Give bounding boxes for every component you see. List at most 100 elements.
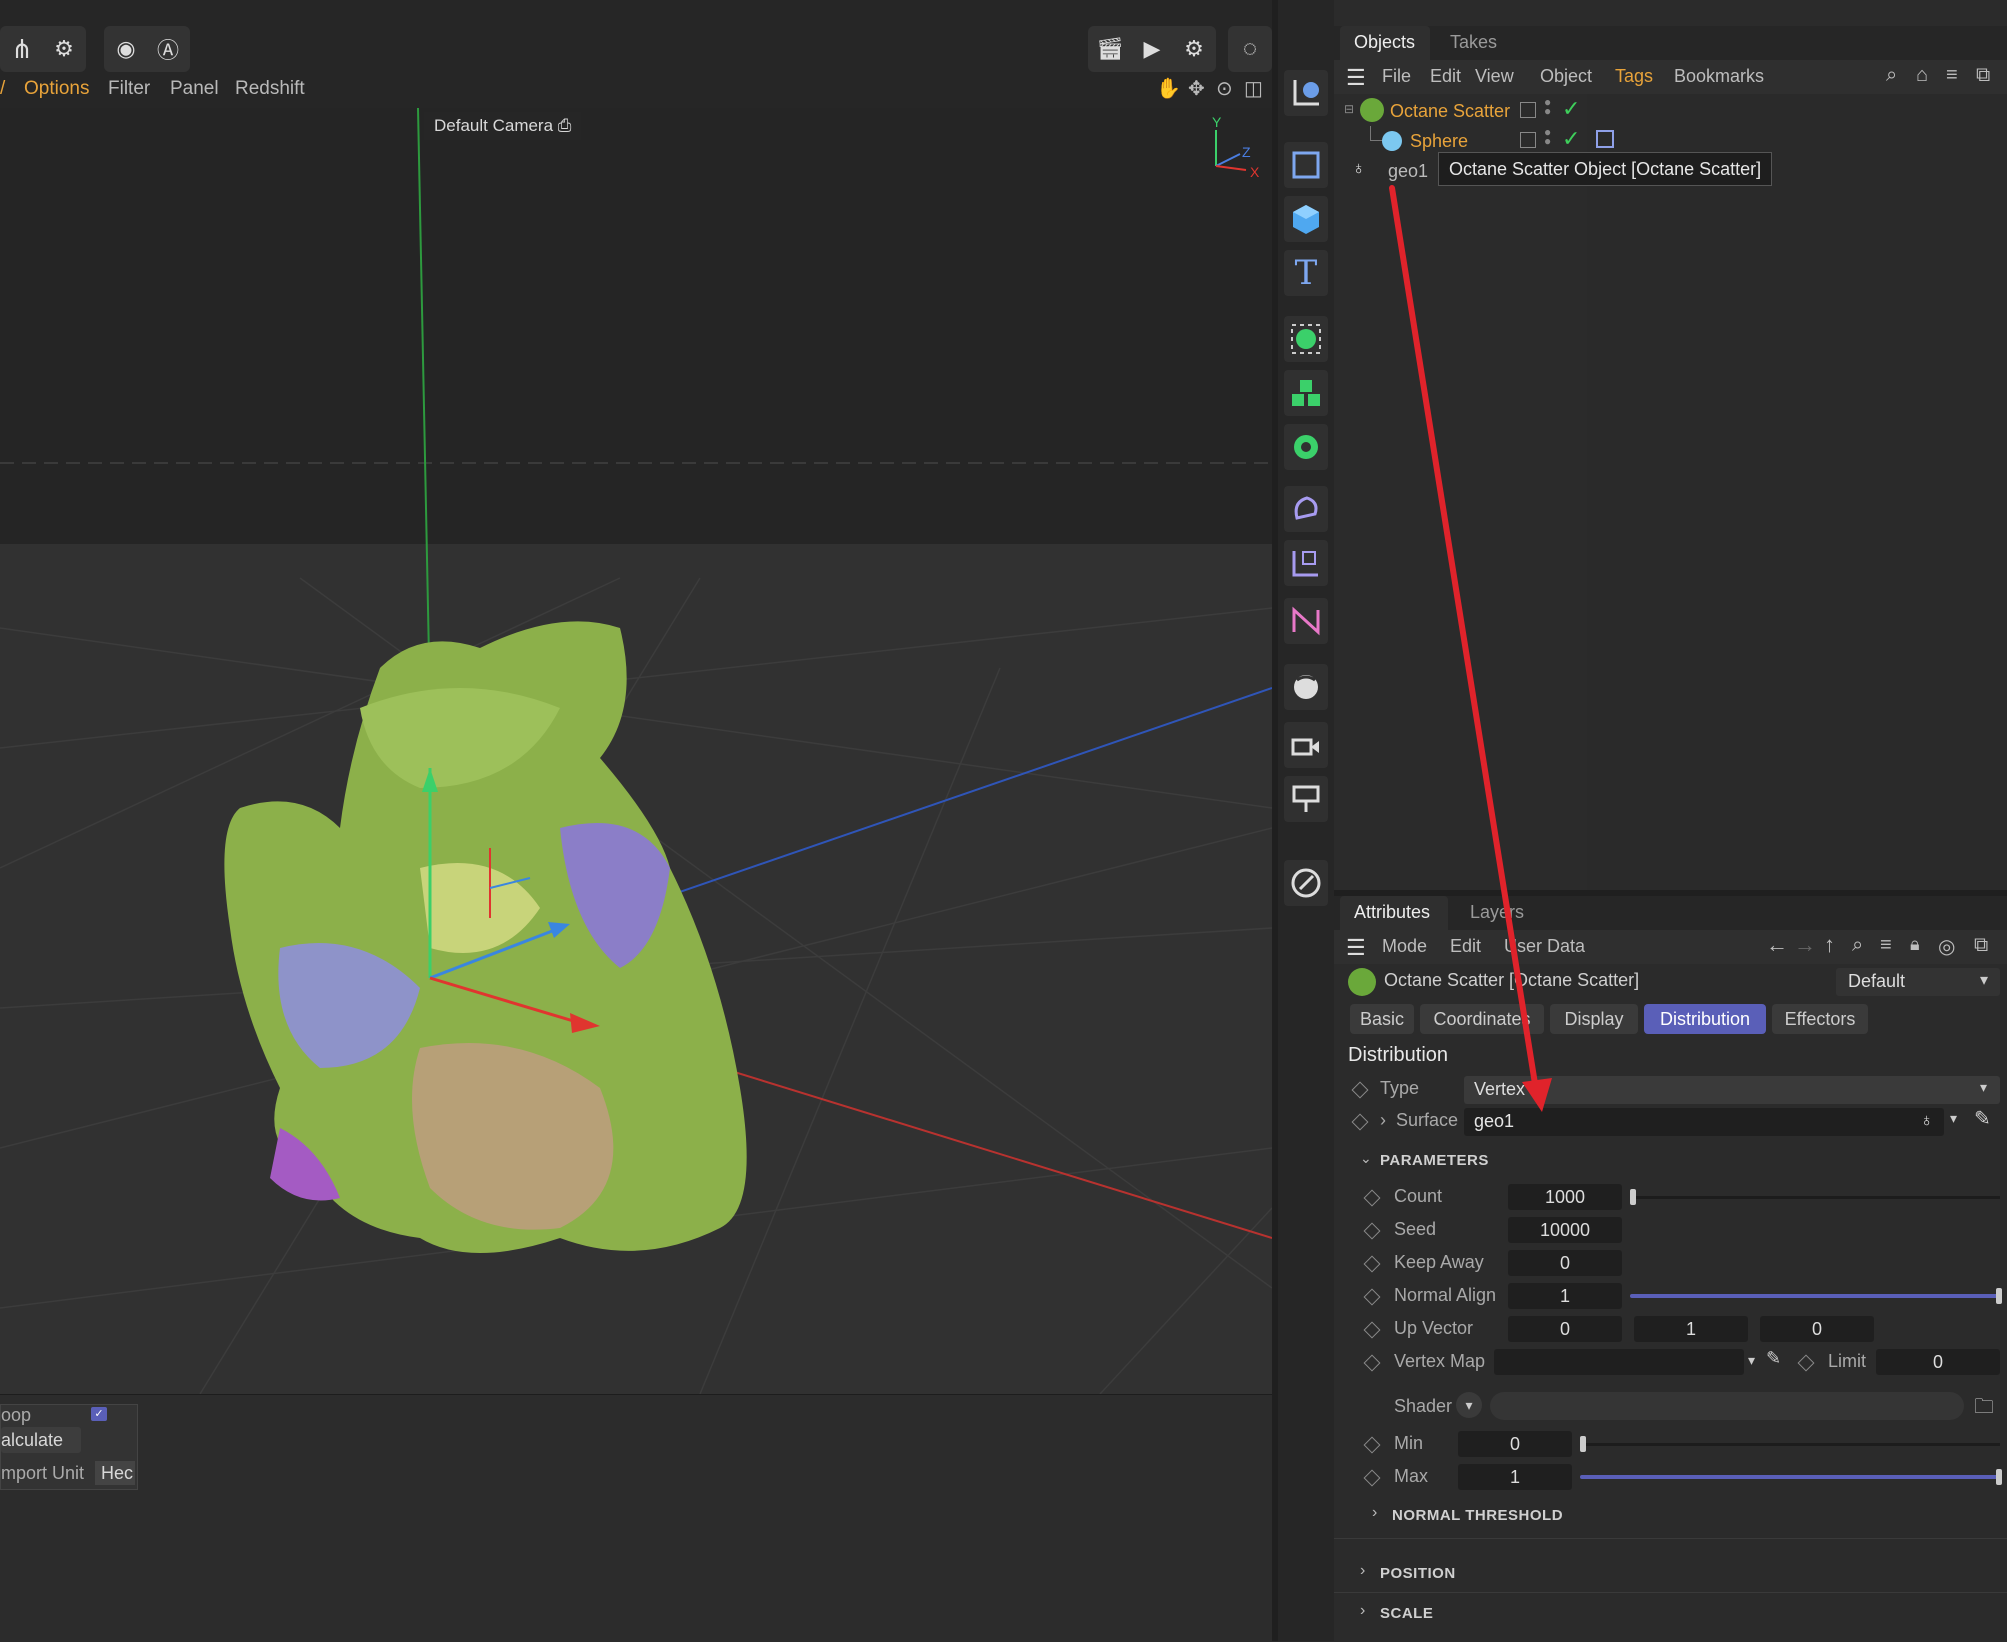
hamburger-icon[interactable]: ☰ [1346,935,1366,961]
render-settings-icon[interactable]: ⚙ [1174,26,1214,72]
chevron-down-icon[interactable]: ⌄ [1360,1150,1372,1167]
collapse-toggle-icon[interactable]: ⊟ [1344,102,1354,116]
cube-icon[interactable] [1284,196,1328,242]
hamburger-icon[interactable]: ☰ [1346,65,1366,91]
menu-tags[interactable]: Tags [1615,66,1653,87]
new-window-icon[interactable]: ⧉ [1976,64,1990,87]
tab-effectors[interactable]: Effectors [1772,1004,1868,1034]
subdivision-icon[interactable] [1284,316,1328,362]
visibility-dots-icon[interactable]: ● ● [1544,126,1551,147]
menu-edit[interactable]: Edit [1450,936,1481,957]
home-icon[interactable]: ⌂ [1916,64,1928,87]
gear-icon[interactable]: ⚙ [44,26,84,72]
text-spline-icon[interactable]: T [1284,250,1328,296]
chevron-right-icon[interactable]: › [1360,1602,1365,1620]
menu-edit[interactable]: Edit [1430,66,1461,87]
type-dropdown[interactable]: Vertex ▾ [1464,1076,2000,1104]
tab-coordinates[interactable]: Coordinates [1420,1004,1544,1034]
object-tag-icon[interactable] [1596,130,1614,148]
autokey-icon[interactable]: Ⓐ [148,26,188,72]
tab-basic[interactable]: Basic [1350,1004,1414,1034]
menu-mode[interactable]: Mode [1382,936,1427,957]
preset-dropdown[interactable]: Default ▾ [1836,968,2000,996]
pick-icon[interactable]: ✎ [1766,1348,1781,1369]
chevron-down-icon[interactable]: ▾ [1748,1352,1755,1369]
maximize-icon[interactable]: ◫ [1244,76,1263,101]
min-field[interactable]: 0 [1458,1431,1572,1457]
editor-visibility-icon[interactable] [1520,102,1536,118]
hud-calculate-button[interactable]: alculate [1,1427,81,1453]
edit-pen-icon[interactable] [1284,860,1328,906]
vertex-map-field[interactable] [1494,1349,1744,1375]
filter-icon[interactable]: ≡ [1880,934,1892,957]
tab-distribution[interactable]: Distribution [1644,1004,1766,1034]
min-slider[interactable] [1580,1443,2000,1446]
effector-icon[interactable] [1284,424,1328,470]
menu-options[interactable]: Options [24,78,89,100]
search-icon[interactable]: ⌕ [1852,934,1863,957]
orbit-icon[interactable]: ⊙ [1216,76,1233,101]
count-slider[interactable] [1630,1196,2000,1199]
tab-display[interactable]: Display [1550,1004,1638,1034]
keep-away-field[interactable]: 0 [1508,1250,1622,1276]
menu-filter[interactable]: Filter [108,78,150,100]
menu-file[interactable]: File [1382,66,1411,87]
enabled-check-icon[interactable]: ✓ [1562,96,1580,122]
filter-icon[interactable]: ≡ [1946,64,1958,87]
position-header[interactable]: POSITION [1380,1565,1456,1582]
pick-icon[interactable]: ✎ [1974,1106,1991,1131]
surface-expand-icon[interactable]: › [1380,1110,1386,1131]
object-tree[interactable]: ⊟ Octane Scatter ● ● ✓ Sphere ● ● ✓ ♁ geo1… [1334,94,2007,890]
enabled-check-icon[interactable]: ✓ [1562,126,1580,152]
symmetry-icon[interactable]: ⋔ [2,26,42,72]
menu-bookmarks[interactable]: Bookmarks [1674,66,1764,87]
up-vector-x-field[interactable]: 0 [1508,1316,1622,1342]
max-slider-handle[interactable] [1996,1469,2002,1485]
pan-icon[interactable]: ✋ [1156,76,1181,101]
surface-link-field[interactable]: geo1 ♁ [1464,1108,1944,1136]
folder-icon[interactable]: 🗀 [1974,1392,1994,1426]
new-window-icon[interactable]: ⧉ [1974,934,1988,957]
light-icon[interactable] [1284,776,1328,822]
up-vector-y-field[interactable]: 1 [1634,1316,1748,1342]
menu-user-data[interactable]: User Data [1504,936,1585,957]
volume-icon[interactable] [1284,598,1328,644]
normal-align-slider-handle[interactable] [1996,1288,2002,1304]
render-play-icon[interactable]: ▶ [1132,26,1172,72]
tab-takes[interactable]: Takes [1450,32,1497,53]
normal-align-slider[interactable] [1630,1294,2000,1298]
chevron-right-icon[interactable]: › [1372,1504,1377,1522]
up-vector-z-field[interactable]: 0 [1760,1316,1874,1342]
3d-scene[interactable]: Default Camera ⎙ Y Z X [0,107,1273,1395]
tab-objects[interactable]: Objects [1340,26,1430,60]
limit-field[interactable]: 0 [1876,1349,2000,1375]
editor-visibility-icon[interactable] [1520,132,1536,148]
max-slider[interactable] [1580,1475,2000,1479]
search-icon[interactable]: ⌕ [1886,64,1897,87]
count-field[interactable]: 1000 [1508,1184,1622,1210]
min-slider-handle[interactable] [1580,1436,1586,1452]
shader-menu-button[interactable]: ▾ [1456,1392,1482,1418]
chevron-right-icon[interactable]: › [1360,1562,1365,1580]
cloner-icon[interactable] [1284,370,1328,416]
menu-object[interactable]: Object [1540,66,1592,87]
normal-threshold-header[interactable]: NORMAL THRESHOLD [1392,1507,1563,1524]
tab-attributes[interactable]: Attributes [1340,896,1448,930]
eye-icon[interactable]: ◉ [106,26,146,72]
count-slider-handle[interactable] [1630,1189,1636,1205]
back-arrow-icon[interactable]: ← [1766,932,1788,958]
move-icon[interactable]: ✥ [1188,76,1205,101]
lock-icon[interactable]: 🔒︎ [1910,934,1920,955]
deformer-icon[interactable] [1284,486,1328,532]
menu-redshift[interactable]: Redshift [235,78,305,100]
shader-field[interactable] [1490,1392,1964,1420]
object-row-octane-scatter[interactable]: ⊟ Octane Scatter ● ● ✓ [1334,96,2007,126]
menu-panel[interactable]: Panel [170,78,219,100]
parameters-header[interactable]: PARAMETERS [1380,1152,1489,1169]
tab-layers[interactable]: Layers [1470,902,1524,923]
forward-arrow-icon[interactable]: → [1794,932,1816,958]
menu-view[interactable]: View [1475,66,1514,87]
hud-loop-checkbox[interactable]: ✓ [91,1407,107,1421]
camera-object-icon[interactable] [1284,722,1328,768]
seed-field[interactable]: 10000 [1508,1217,1622,1243]
